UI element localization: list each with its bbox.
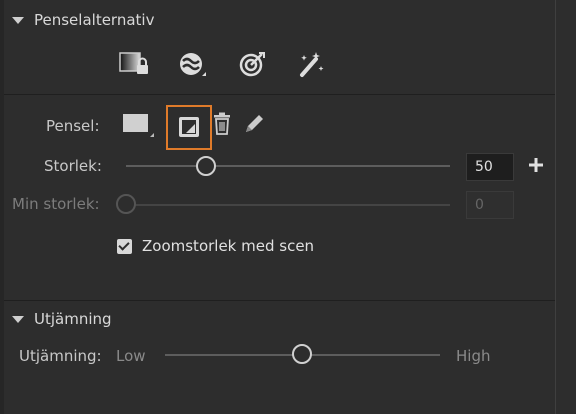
pressure-opacity-icon[interactable]: [238, 50, 268, 80]
lock-transparency-icon[interactable]: [118, 50, 152, 80]
divider: [4, 94, 555, 95]
magic-brush-icon[interactable]: [296, 50, 326, 80]
smoothing-high-label: High: [456, 347, 491, 365]
brush-preset-swatch-icon[interactable]: [122, 111, 156, 141]
zoom-size-label[interactable]: Zoomstorlek med scen: [142, 237, 314, 255]
plus-icon[interactable]: [527, 156, 545, 174]
brush-label: Pensel:: [46, 117, 100, 135]
size-label: Storlek:: [44, 157, 102, 175]
section-title: Penselalternativ: [34, 11, 155, 29]
section-title: Utjämning: [34, 310, 112, 328]
smoothing-slider-handle[interactable]: [292, 344, 312, 364]
min-size-input: 0: [466, 191, 514, 219]
left-edge: [0, 0, 4, 414]
smoothing-label: Utjämning:: [19, 347, 102, 365]
section-header-brush-options[interactable]: Penselalternativ: [12, 10, 154, 30]
min-size-slider-track: [126, 204, 450, 206]
divider: [4, 300, 555, 301]
smoothing-low-label: Low: [116, 347, 146, 365]
brush-tip-icon: [177, 115, 201, 139]
size-input[interactable]: 50: [466, 153, 514, 181]
panel-divider: [555, 0, 556, 414]
delete-icon[interactable]: [212, 112, 232, 136]
zoom-size-checkbox[interactable]: [117, 239, 132, 254]
edit-brush-icon[interactable]: [242, 112, 266, 136]
brush-tip-button-highlight[interactable]: [166, 105, 212, 150]
size-slider-track[interactable]: [126, 165, 450, 167]
collapse-arrow-icon: [12, 16, 24, 24]
min-size-slider-handle: [116, 194, 136, 214]
section-header-smoothing[interactable]: Utjämning: [12, 309, 112, 329]
min-size-label: Min storlek:: [12, 195, 100, 213]
collapse-arrow-icon: [12, 315, 24, 323]
pressure-size-icon[interactable]: [178, 50, 212, 80]
size-slider-handle[interactable]: [196, 156, 216, 176]
